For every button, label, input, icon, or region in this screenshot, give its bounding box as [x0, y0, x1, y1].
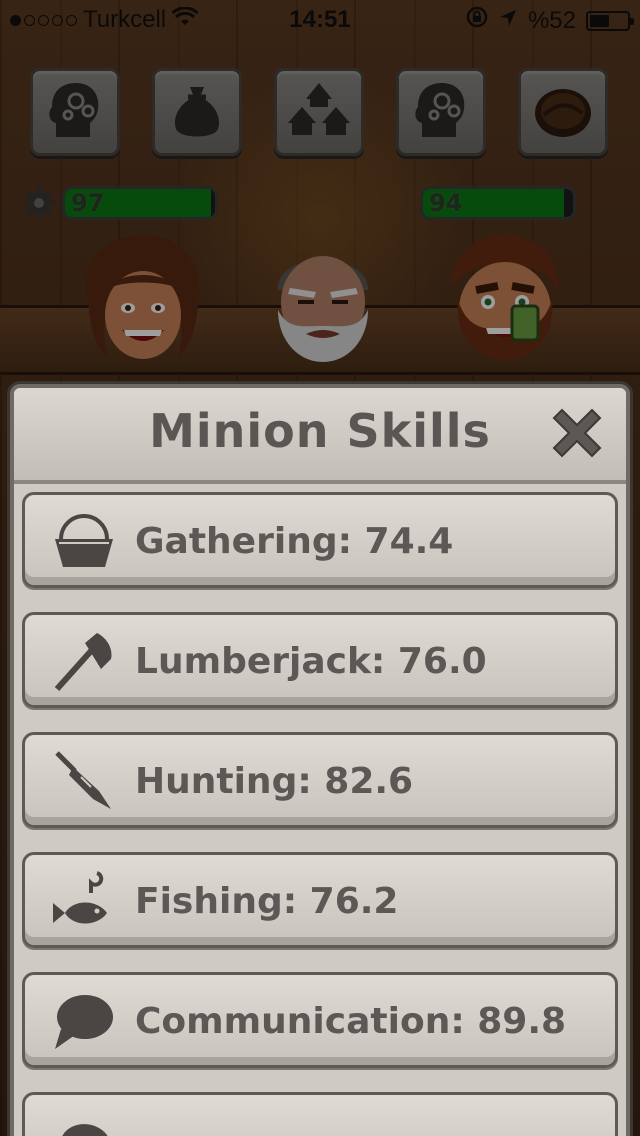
- coconut-icon: [530, 77, 596, 147]
- skill-label: Communication: 89.8: [135, 1001, 567, 1042]
- speech-bubble-icon: [51, 989, 117, 1053]
- fish-icon: [51, 869, 117, 933]
- left-stat-bar: 97: [62, 186, 218, 220]
- minion-face-elder[interactable]: [258, 230, 388, 365]
- tool-button-huts[interactable]: [274, 68, 364, 156]
- skill-row-fishing[interactable]: Fishing: 76.2: [22, 852, 618, 948]
- tool-button-brain-2[interactable]: [396, 68, 486, 156]
- battery-icon: [586, 10, 634, 31]
- modal-header: Minion Skills: [14, 388, 626, 484]
- skill-label: Fishing: 76.2: [135, 881, 399, 922]
- minion-skills-modal: Minion Skills Gathering: 74.4 Lumberjack…: [10, 384, 630, 1136]
- close-button[interactable]: [542, 400, 612, 470]
- axe-icon: [51, 629, 117, 693]
- skill-label: Hunting: 82.6: [135, 761, 414, 802]
- tool-button-brain[interactable]: [30, 68, 120, 156]
- battery-level: [590, 14, 609, 27]
- right-stat-bar: 94: [420, 186, 576, 220]
- rotation-lock-icon: [466, 6, 488, 35]
- skill-row-partial[interactable]: [22, 1092, 618, 1136]
- modal-title: Minion Skills: [149, 404, 491, 458]
- right-stat-value: 94: [429, 189, 463, 217]
- tool-button-sack[interactable]: [152, 68, 242, 156]
- tool-button-coconut[interactable]: [518, 68, 608, 156]
- skill-row-hunting[interactable]: Hunting: 82.6: [22, 732, 618, 828]
- spear-icon: [51, 749, 117, 813]
- status-bar: Turkcell 14:51 %52: [0, 0, 640, 40]
- status-right: %52: [466, 6, 634, 35]
- sack-icon: [164, 77, 230, 147]
- left-stat-value: 97: [71, 189, 105, 217]
- rock-icon: [51, 1109, 117, 1136]
- battery-percent: %52: [527, 6, 576, 34]
- skill-row-lumberjack[interactable]: Lumberjack: 76.0: [22, 612, 618, 708]
- brain-gears-icon: [408, 77, 474, 147]
- skill-label: Gathering: 74.4: [135, 521, 454, 562]
- close-icon: [544, 400, 610, 470]
- settings-gear-icon[interactable]: [22, 186, 56, 220]
- minion-face-brute[interactable]: [440, 230, 570, 365]
- huts-icon: [286, 77, 352, 147]
- minion-face-young[interactable]: [78, 230, 208, 365]
- brain-gears-icon: [42, 77, 108, 147]
- bucket-icon: [51, 509, 117, 573]
- location-arrow-icon: [498, 7, 518, 35]
- skill-row-communication[interactable]: Communication: 89.8: [22, 972, 618, 1068]
- skill-label: Lumberjack: 76.0: [135, 641, 487, 682]
- skill-row-gathering[interactable]: Gathering: 74.4: [22, 492, 618, 588]
